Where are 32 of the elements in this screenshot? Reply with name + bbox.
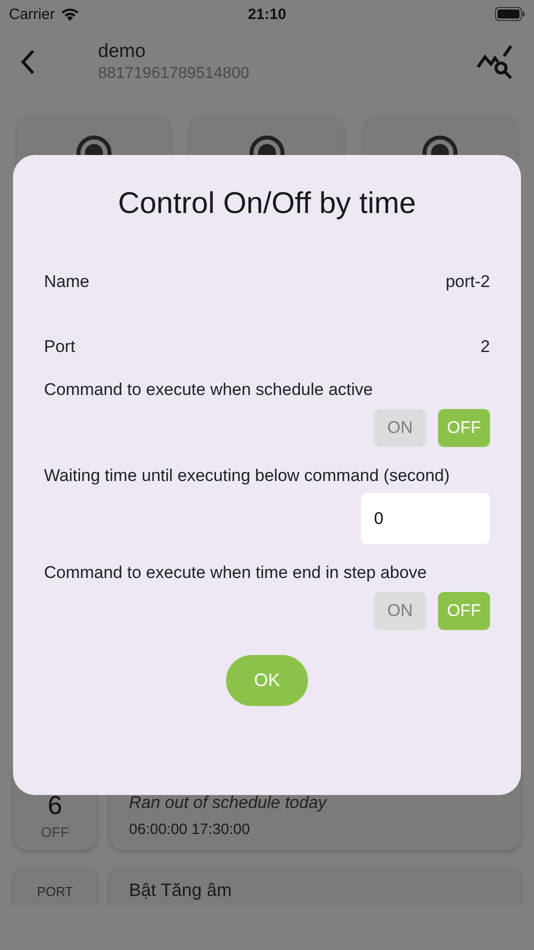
battery-icon bbox=[495, 7, 525, 21]
field-label: Name bbox=[44, 272, 90, 292]
field-label: Command to execute when schedule active bbox=[44, 379, 373, 401]
toggle-button[interactable]: OFF bbox=[438, 409, 490, 447]
schedule-name: Bật Tăng âm bbox=[129, 880, 233, 901]
carrier-label: Carrier bbox=[9, 6, 55, 22]
port-state: OFF bbox=[41, 824, 69, 840]
back-icon[interactable] bbox=[20, 49, 36, 75]
radio-icon bbox=[422, 135, 458, 155]
schedule-times: 06:00:00 17:30:00 bbox=[129, 821, 251, 838]
ok-button[interactable]: OK bbox=[226, 655, 308, 706]
schedule-card[interactable]: Bật Tăng âm bbox=[109, 866, 521, 906]
toggle-button[interactable]: ON bbox=[374, 592, 426, 630]
chart-search-icon[interactable] bbox=[477, 45, 513, 79]
field-label: Port bbox=[44, 337, 76, 357]
status-time: 21:10 bbox=[248, 6, 286, 22]
field-label: Command to execute when time end in step above bbox=[44, 562, 427, 584]
field-value: 2 bbox=[480, 337, 490, 357]
device-name: demo bbox=[98, 41, 147, 63]
radio-icon bbox=[248, 135, 285, 155]
toggle-button[interactable]: OFF bbox=[438, 592, 490, 630]
input-field[interactable]: 0 bbox=[361, 493, 490, 544]
toggle-button[interactable]: ON bbox=[374, 409, 426, 447]
port-number: 6 bbox=[48, 792, 62, 818]
port-label: PORT bbox=[37, 884, 73, 899]
wifi-icon bbox=[60, 6, 80, 22]
dialog-title: Control On/Off by time bbox=[118, 187, 416, 221]
radio-icon bbox=[76, 135, 112, 155]
schedule-status: Ran out of schedule today bbox=[129, 793, 328, 813]
field-label: Waiting time until executing below command (second) bbox=[44, 465, 450, 487]
field-value: port-2 bbox=[446, 272, 490, 292]
port-card[interactable]: PORT bbox=[13, 866, 97, 906]
